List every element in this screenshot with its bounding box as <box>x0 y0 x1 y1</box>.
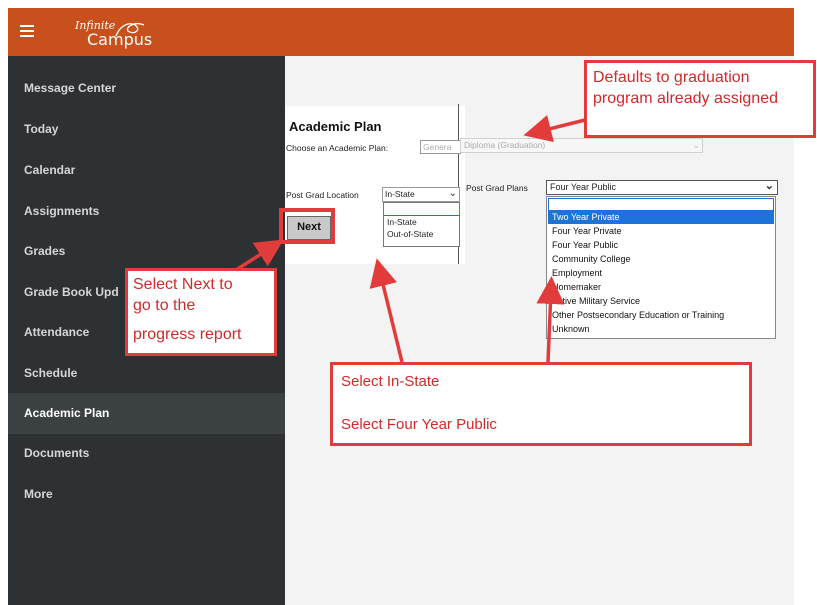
arrow-to-plans <box>536 276 565 363</box>
arrow-to-diploma <box>523 115 586 143</box>
arrow-to-location <box>369 258 404 363</box>
annotation-arrows <box>235 115 586 363</box>
arrow-to-next <box>235 239 284 272</box>
